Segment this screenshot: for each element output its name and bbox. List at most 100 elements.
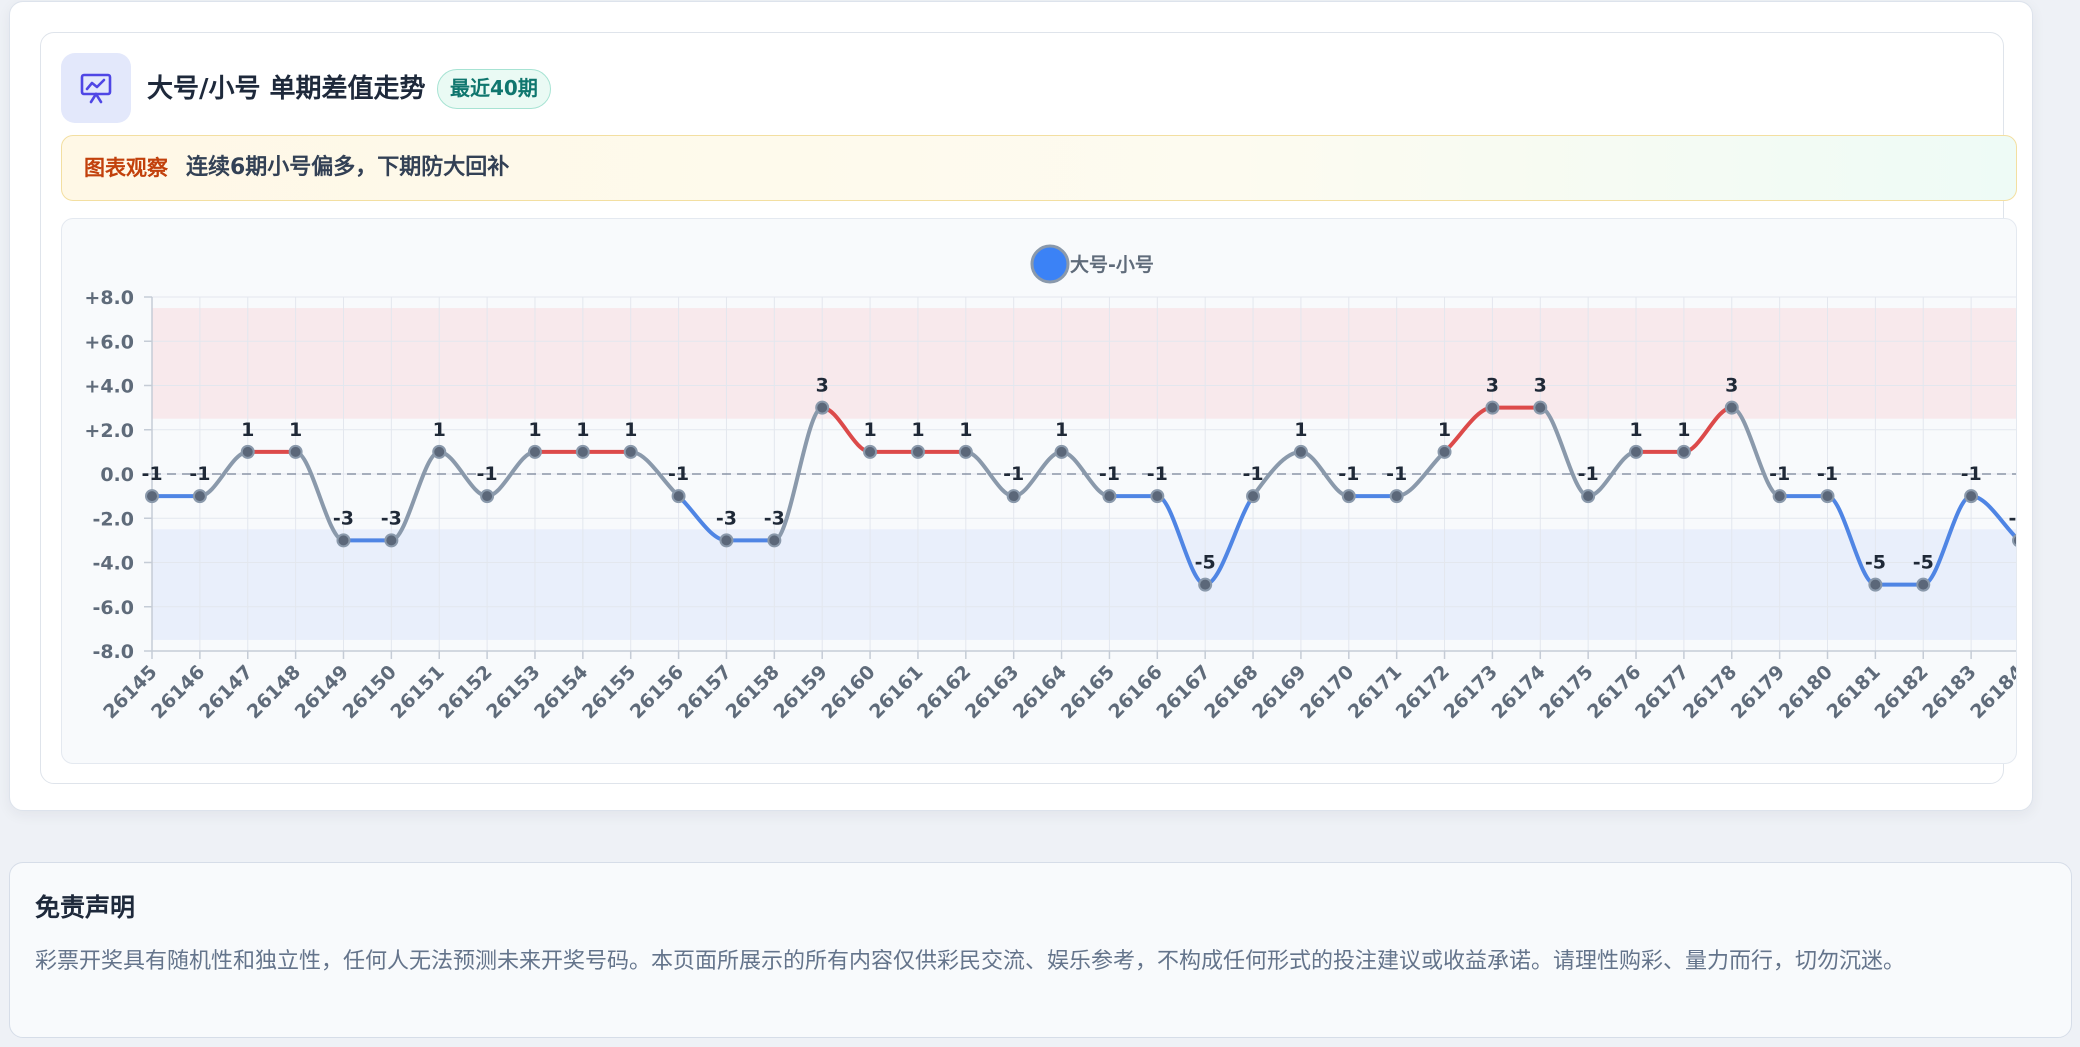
data-label: -5 <box>1195 552 1216 574</box>
band-0 <box>152 308 2016 419</box>
data-point <box>1581 489 1596 504</box>
data-point <box>1868 577 1883 592</box>
y-tick-label: +6.0 <box>84 331 134 353</box>
data-point <box>288 444 303 459</box>
observation-text: 连续6期小号偏多，下期防大回补 <box>186 155 510 180</box>
data-label: -3 <box>381 507 402 529</box>
data-label: -1 <box>1386 463 1407 485</box>
data-label: -1 <box>1961 463 1982 485</box>
observation-bar: 图表观察 连续6期小号偏多，下期防大回补 <box>61 135 2017 201</box>
data-point <box>815 400 830 415</box>
panel-title: 大号/小号 单期差值走势 <box>147 74 426 104</box>
data-label: -5 <box>1865 552 1886 574</box>
data-label: -1 <box>1099 463 1120 485</box>
data-label: -3 <box>2008 507 2017 529</box>
disclaimer-title: 免责声明 <box>35 893 136 922</box>
data-label: -1 <box>1147 463 1168 485</box>
difference-line-chart: +8.0+6.0+4.0+2.00.0-2.0-4.0-6.0-8.026145… <box>84 244 2017 723</box>
chart-presentation-icon <box>61 53 131 123</box>
chart-area: +8.0 +6.0 +4.0 +2.0 0.0 -2.0 -4.0 -6.0 -8.0 26145… <box>61 218 2017 764</box>
data-point <box>1820 489 1835 504</box>
data-point <box>910 444 925 459</box>
band-1 <box>152 529 2016 640</box>
data-point <box>192 489 207 504</box>
data-point <box>145 489 159 504</box>
data-point <box>1437 444 1452 459</box>
disclaimer-text: 彩票开奖具有随机性和独立性，任何人无法预测未来开奖号码。本页面所展示的所有内容仅… <box>35 949 1906 974</box>
data-label: 1 <box>576 419 589 441</box>
data-point <box>1676 444 1691 459</box>
data-point <box>240 444 255 459</box>
data-label: 1 <box>241 419 254 441</box>
data-point <box>767 533 782 548</box>
data-label: -1 <box>1578 463 1599 485</box>
data-label: 1 <box>624 419 637 441</box>
data-point <box>1054 444 1069 459</box>
data-label: 1 <box>1294 419 1307 441</box>
data-point <box>575 444 590 459</box>
data-label: -1 <box>141 463 162 485</box>
y-tick-label: +2.0 <box>84 420 134 442</box>
period-badge: 最近40期 <box>437 69 551 109</box>
data-point <box>958 444 973 459</box>
data-label: 1 <box>433 419 446 441</box>
data-label: -3 <box>716 507 737 529</box>
data-point <box>1772 489 1787 504</box>
legend-label: 大号-小号 <box>1070 253 1154 276</box>
chart-card: 大号/小号 单期差值走势 最近40期 图表观察 连续6期小号偏多，下期防大回补 … <box>40 32 2017 784</box>
data-point <box>1389 489 1404 504</box>
observation-label: 图表观察 <box>84 156 168 180</box>
data-point <box>1006 489 1021 504</box>
y-tick-label: -2.0 <box>92 508 134 530</box>
data-point <box>1246 489 1261 504</box>
data-label: -1 <box>668 463 689 485</box>
data-label: -1 <box>1003 463 1024 485</box>
data-point <box>432 444 447 459</box>
disclaimer-card: 免责声明 彩票开奖具有随机性和独立性，任何人无法预测未来开奖号码。本页面所展示的… <box>9 862 2072 1038</box>
data-point <box>1341 489 1356 504</box>
data-label: 1 <box>528 419 541 441</box>
data-label: -1 <box>189 463 210 485</box>
trend-panel: 大号/小号 单期差值走势 最近40期 图表观察 连续6期小号偏多，下期防大回补 … <box>9 1 2033 811</box>
data-point <box>480 489 495 504</box>
data-label: 1 <box>959 419 972 441</box>
legend-marker <box>1030 244 1070 284</box>
data-label: 1 <box>1677 419 1690 441</box>
y-tick-label: -8.0 <box>92 641 134 663</box>
data-point <box>1293 444 1308 459</box>
data-point <box>863 444 878 459</box>
data-point <box>1198 577 1213 592</box>
data-label: -1 <box>1769 463 1790 485</box>
data-label: 1 <box>911 419 924 441</box>
data-label: 1 <box>289 419 302 441</box>
data-label: 3 <box>816 375 829 397</box>
data-label: 1 <box>1438 419 1451 441</box>
data-point <box>1533 400 1548 415</box>
data-point <box>1102 489 1117 504</box>
data-label: -3 <box>764 507 785 529</box>
data-point <box>1916 577 1931 592</box>
y-tick-label: -4.0 <box>92 553 134 575</box>
data-label: -5 <box>1913 552 1934 574</box>
y-tick-label: +8.0 <box>84 287 134 309</box>
data-label: -1 <box>1242 463 1263 485</box>
data-point <box>527 444 542 459</box>
data-point <box>2012 534 2016 547</box>
data-point <box>1485 400 1500 415</box>
data-label: 3 <box>1534 375 1547 397</box>
data-point <box>719 533 734 548</box>
data-point <box>623 444 638 459</box>
data-label: 1 <box>863 419 876 441</box>
data-label: 3 <box>1725 375 1738 397</box>
data-point <box>671 489 686 504</box>
y-tick-label: +4.0 <box>84 376 134 398</box>
data-label: 3 <box>1486 375 1499 397</box>
data-point <box>1629 444 1644 459</box>
data-point <box>384 533 399 548</box>
data-point <box>1964 489 1979 504</box>
y-tick-label: 0.0 <box>100 464 134 486</box>
data-label: -1 <box>477 463 498 485</box>
data-label: -1 <box>1338 463 1359 485</box>
data-label: -1 <box>1817 463 1838 485</box>
data-point <box>1150 489 1165 504</box>
